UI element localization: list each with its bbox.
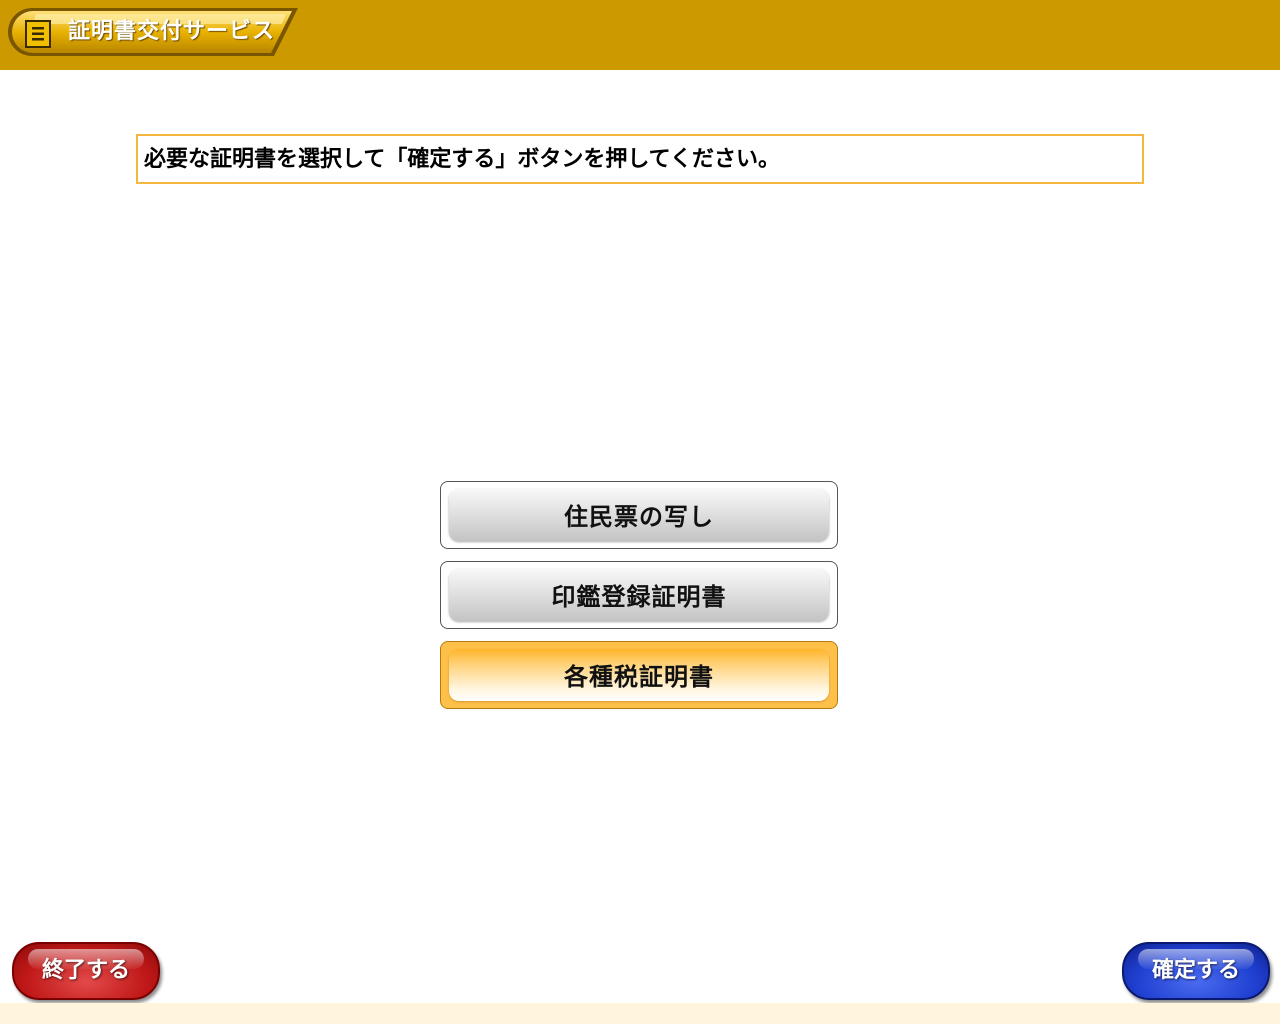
footer-strip [0,1003,1280,1024]
option-label: 印鑑登録証明書 [551,583,727,611]
option-tax-certificate-button[interactable]: 各種税証明書 [440,641,838,709]
option-button-face: 住民票の写し [449,489,829,541]
page: 証明書交付サービス 必要な証明書を選択して「確定する」ボタンを押してください。 … [0,0,1280,1024]
option-inkan-button[interactable]: 印鑑登録証明書 [440,561,838,629]
confirm-button[interactable]: 確定する [1122,942,1270,1000]
header-bar: 証明書交付サービス [0,0,1280,70]
instruction-box: 必要な証明書を選択して「確定する」ボタンを押してください。 [136,134,1144,184]
service-badge: 証明書交付サービス [6,6,298,58]
instruction-text: 必要な証明書を選択して「確定する」ボタンを押してください。 [144,147,781,172]
exit-button-label: 終了する [41,958,130,983]
option-button-face: 印鑑登録証明書 [449,569,829,621]
option-button-face: 各種税証明書 [449,649,829,701]
book-icon [25,20,51,48]
option-juminhyo-button[interactable]: 住民票の写し [440,481,838,549]
option-label: 各種税証明書 [564,663,714,691]
confirm-button-label: 確定する [1151,958,1240,983]
exit-button[interactable]: 終了する [12,942,160,1000]
option-label: 住民票の写し [564,503,714,531]
service-title: 証明書交付サービス [68,19,276,44]
